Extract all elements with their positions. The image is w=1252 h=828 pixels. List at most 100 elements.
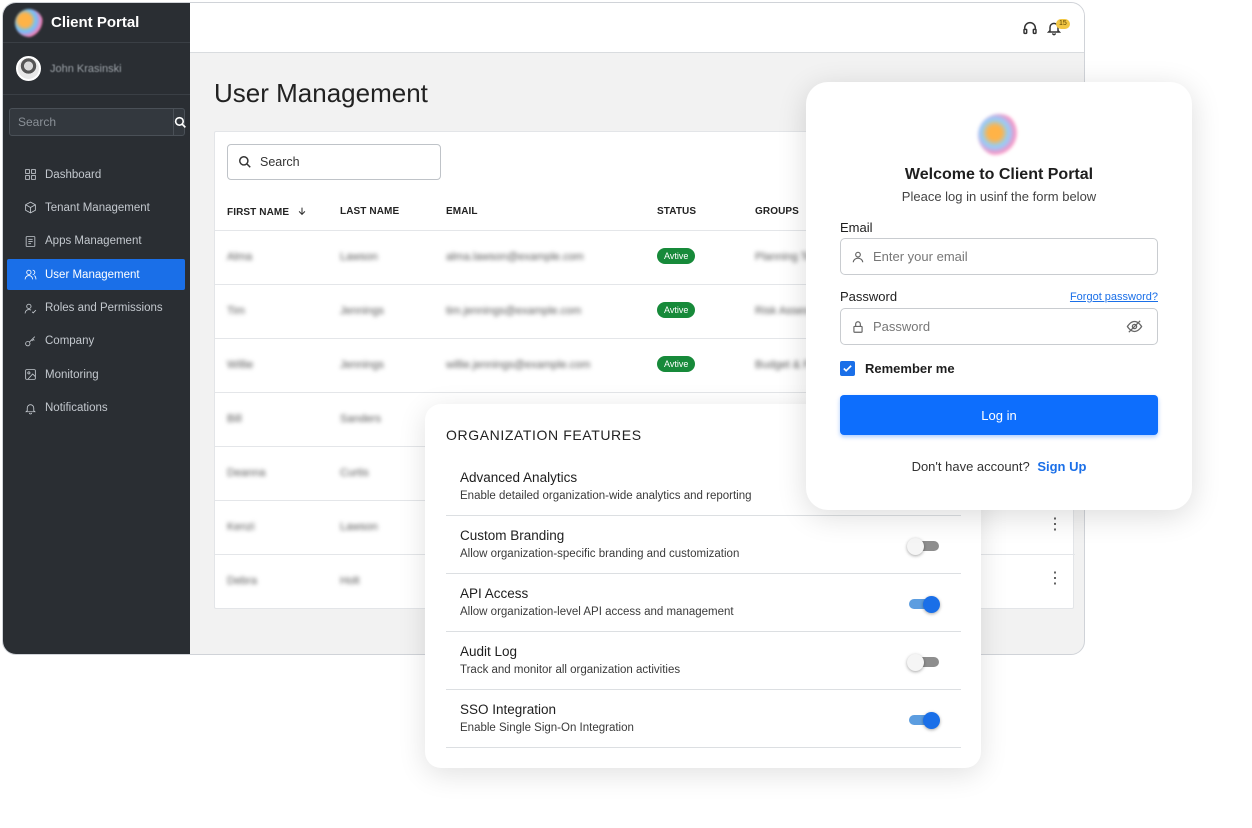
avatar xyxy=(16,56,41,81)
user-profile[interactable]: John Krasinski xyxy=(3,43,190,95)
search-icon xyxy=(239,156,251,168)
cell-first-name: Bill xyxy=(227,413,242,425)
sidebar-item-dashboard[interactable]: Dashboard xyxy=(7,159,185,190)
password-field[interactable] xyxy=(840,308,1158,345)
user-icon xyxy=(852,251,864,262)
feature-description: Enable Single Sign-On Integration xyxy=(460,722,634,734)
feature-title: Advanced Analytics xyxy=(460,470,578,485)
signup-prompt: Don't have account? xyxy=(911,459,1030,474)
sidebar-item-label: Tenant Management xyxy=(45,201,150,214)
row-menu-icon[interactable]: ⋮ xyxy=(1047,571,1063,587)
organization-features-title: ORGANIZATION FEATURES xyxy=(446,427,642,443)
feature-description: Allow organization-specific branding and… xyxy=(460,548,740,560)
sidebar-item-label: Company xyxy=(45,335,95,348)
sidebar-item-tenant-management[interactable]: Tenant Management xyxy=(7,192,185,223)
sidebar-search-input[interactable] xyxy=(10,109,173,135)
sidebar-nav: Dashboard Tenant Management Apps Managem… xyxy=(7,159,185,426)
audit-log-toggle[interactable] xyxy=(907,654,939,671)
column-header-first-name[interactable]: FIRST NAME xyxy=(227,206,307,218)
user-name: John Krasinski xyxy=(50,62,122,75)
sidebar-item-user-management[interactable]: User Management xyxy=(7,259,185,291)
api-access-toggle[interactable] xyxy=(909,596,940,613)
column-header-status[interactable]: STATUS xyxy=(657,206,696,217)
email-input[interactable] xyxy=(873,249,1157,264)
cell-first-name: Deanna xyxy=(227,467,266,479)
password-input[interactable] xyxy=(873,319,1126,334)
login-card: Welcome to Client Portal Pleace log in u… xyxy=(806,82,1192,510)
sidebar-item-monitoring[interactable]: Monitoring xyxy=(7,359,185,390)
table-search-input[interactable] xyxy=(260,155,430,169)
row-menu-icon[interactable]: ⋮ xyxy=(1047,517,1063,533)
sidebar-item-apps-management[interactable]: Apps Management xyxy=(7,226,185,257)
sidebar-item-label: User Management xyxy=(45,268,140,281)
feature-description: Track and monitor all organization activ… xyxy=(460,664,681,676)
feature-api-access: API Access Allow organization-level API … xyxy=(446,574,961,632)
document-icon xyxy=(23,234,37,248)
cell-first-name: Kenzi xyxy=(227,521,255,533)
cell-groups: Planning Te xyxy=(755,251,813,263)
cell-first-name: Tim xyxy=(227,305,245,317)
sidebar-item-company[interactable]: Company xyxy=(7,326,185,357)
feature-audit-log: Audit Log Track and monitor all organiza… xyxy=(446,632,961,690)
sidebar-search xyxy=(9,108,187,136)
feature-custom-branding: Custom Branding Allow organization-speci… xyxy=(446,516,961,574)
logo-icon xyxy=(978,114,1020,156)
sidebar-item-label: Roles and Permissions xyxy=(45,302,163,315)
cell-last-name: Jennings xyxy=(340,305,385,317)
column-header-groups[interactable]: GROUPS xyxy=(755,206,799,217)
signup-row: Don't have account? Sign Up xyxy=(806,459,1192,474)
table-search xyxy=(227,144,441,180)
forgot-password-link[interactable]: Forgot password? xyxy=(1070,291,1158,303)
cell-last-name: Lawson xyxy=(340,251,378,263)
email-label: Email xyxy=(840,220,873,235)
eye-off-icon[interactable] xyxy=(1126,318,1143,335)
lock-icon xyxy=(853,320,863,333)
signup-link[interactable]: Sign Up xyxy=(1037,459,1086,474)
status-badge: Avtive xyxy=(657,302,696,318)
feature-title: API Access xyxy=(460,586,529,601)
status-badge: Avtive xyxy=(657,356,696,372)
headset-icon[interactable] xyxy=(1022,20,1038,36)
feature-sso-integration: SSO Integration Enable Single Sign-On In… xyxy=(446,690,961,748)
custom-branding-toggle[interactable] xyxy=(907,538,939,555)
cell-groups: Budget & Fi xyxy=(755,359,813,371)
grid-icon xyxy=(23,168,37,182)
remember-me-checkbox[interactable] xyxy=(840,361,855,376)
password-label: Password xyxy=(840,289,898,304)
bell-icon xyxy=(23,401,37,415)
column-header-email[interactable]: EMAIL xyxy=(446,206,478,217)
sidebar-item-notifications[interactable]: Notifications xyxy=(7,393,185,424)
brand-logo-icon xyxy=(15,8,43,37)
brand[interactable]: Client Portal xyxy=(3,3,190,43)
arrow-down-icon xyxy=(298,207,306,216)
cell-groups: Risk Asses xyxy=(755,305,809,317)
users-icon xyxy=(23,268,37,282)
login-title: Welcome to Client Portal xyxy=(904,166,1094,183)
cell-last-name: Lawson xyxy=(340,521,378,533)
column-header-last-name[interactable]: LAST NAME xyxy=(340,206,399,217)
cell-first-name: Debra xyxy=(227,575,257,587)
remember-me-label: Remember me xyxy=(865,361,955,376)
cell-first-name: Willie xyxy=(227,359,254,371)
feature-description: Enable detailed organization-wide analyt… xyxy=(460,490,752,502)
sidebar: Client Portal John Krasinski Dashboard T… xyxy=(3,3,190,654)
feature-title: Audit Log xyxy=(460,644,518,659)
sidebar-item-roles-and-permissions[interactable]: Roles and Permissions xyxy=(7,293,185,324)
sidebar-item-label: Apps Management xyxy=(45,235,142,248)
login-button[interactable]: Log in xyxy=(840,395,1158,435)
cell-email: willie.jennings@example.com xyxy=(446,359,591,371)
search-icon xyxy=(174,116,186,128)
status-badge: Avtive xyxy=(657,248,696,264)
feature-description: Allow organization-level API access and … xyxy=(460,606,734,618)
user-check-icon xyxy=(23,301,37,315)
sso-integration-toggle[interactable] xyxy=(909,712,940,729)
sidebar-search-button[interactable] xyxy=(173,109,187,135)
email-field[interactable] xyxy=(840,238,1158,275)
check-icon xyxy=(843,365,852,372)
login-subtitle: Pleace log in usinf the form below xyxy=(901,189,1097,204)
image-icon xyxy=(23,368,37,382)
cell-email: alma.lawson@example.com xyxy=(446,251,584,263)
cell-last-name: Sanders xyxy=(340,413,381,425)
cell-email: tim.jennings@example.com xyxy=(446,305,582,317)
remember-me[interactable]: Remember me xyxy=(840,361,955,376)
